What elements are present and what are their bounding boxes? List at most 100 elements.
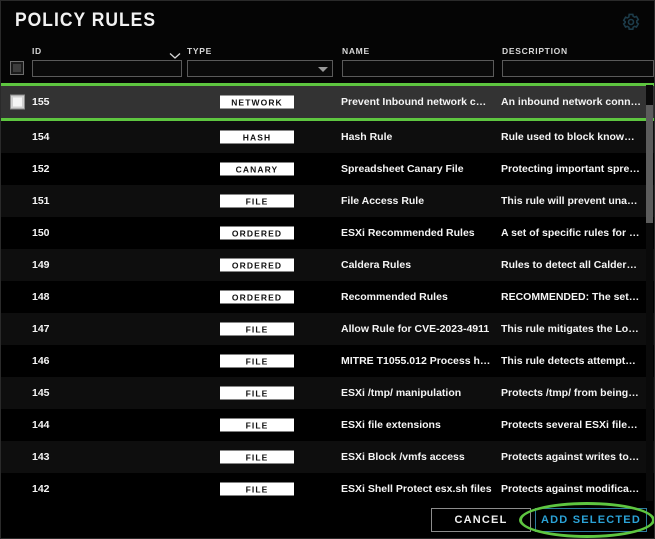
cell-id: 152 bbox=[32, 163, 50, 175]
status-badge: FILE bbox=[220, 322, 294, 336]
cell-type: ORDERED bbox=[187, 290, 327, 304]
filter-id-wrapper[interactable] bbox=[32, 60, 182, 79]
cell-type: HASH bbox=[187, 130, 327, 144]
cell-name: Hash Rule bbox=[341, 131, 393, 143]
column-label-id[interactable]: ID bbox=[32, 46, 42, 56]
scrollbar-thumb[interactable] bbox=[646, 105, 653, 223]
cell-id: 148 bbox=[32, 291, 50, 303]
cell-id: 143 bbox=[32, 451, 50, 463]
cell-name: Allow Rule for CVE-2023-4911 bbox=[341, 323, 490, 335]
cell-type: FILE bbox=[187, 322, 327, 336]
dialog-footer: CANCEL ADD SELECTED bbox=[1, 501, 654, 538]
cell-name: ESXi Shell Protect esx.sh files bbox=[341, 483, 492, 495]
cell-id: 149 bbox=[32, 259, 50, 271]
cell-description: Protects against modificatio… bbox=[501, 483, 641, 495]
search-input-description[interactable] bbox=[503, 64, 653, 79]
cell-description: RECOMMENDED: The set of … bbox=[501, 291, 641, 303]
cell-id: 147 bbox=[32, 323, 50, 335]
status-badge: ORDERED bbox=[220, 258, 294, 272]
cell-type: FILE bbox=[187, 386, 327, 400]
cell-name: ESXi Block /vmfs access bbox=[341, 451, 465, 463]
cell-description: This rule mitigates the Loon… bbox=[501, 323, 641, 335]
vertical-scrollbar[interactable] bbox=[646, 85, 653, 501]
cell-id: 154 bbox=[32, 131, 50, 143]
cell-type: FILE bbox=[187, 418, 327, 432]
select-all-checkbox[interactable] bbox=[10, 61, 24, 75]
table-row[interactable]: 146 FILE MITRE T1055.012 Process h… This ru… bbox=[1, 345, 654, 377]
cell-name: ESXi Recommended Rules bbox=[341, 227, 475, 239]
cell-type: ORDERED bbox=[187, 258, 327, 272]
cell-type: NETWORK bbox=[187, 95, 327, 109]
cell-name: ESXi /tmp/ manipulation bbox=[341, 387, 462, 399]
search-input-id[interactable] bbox=[33, 64, 181, 79]
column-label-type[interactable]: TYPE bbox=[187, 46, 212, 56]
cell-id: 155 bbox=[32, 96, 50, 108]
cell-id: 144 bbox=[32, 419, 50, 431]
row-checkbox[interactable] bbox=[10, 94, 25, 110]
cancel-button[interactable]: CANCEL bbox=[431, 508, 531, 532]
chevron-down-icon[interactable] bbox=[169, 48, 181, 59]
status-badge: ORDERED bbox=[220, 226, 294, 240]
cell-id: 142 bbox=[32, 483, 50, 495]
status-badge: ORDERED bbox=[220, 290, 294, 304]
status-badge: HASH bbox=[220, 130, 294, 144]
column-header-row: ID TYPE NAME DESCRIPTION bbox=[1, 46, 654, 83]
cell-name: MITRE T1055.012 Process h… bbox=[341, 355, 491, 367]
table-row[interactable]: 155 NETWORK Prevent Inbound network c… An i… bbox=[1, 83, 654, 121]
column-label-description[interactable]: DESCRIPTION bbox=[502, 46, 568, 56]
select-type[interactable] bbox=[188, 64, 332, 79]
cell-description: An inbound network connec… bbox=[501, 96, 641, 108]
status-badge: FILE bbox=[220, 418, 294, 432]
table-row[interactable]: 145 FILE ESXi /tmp/ manipulation Protects /… bbox=[1, 377, 654, 409]
rules-table: 155 NETWORK Prevent Inbound network c… An i… bbox=[1, 83, 654, 501]
table-row[interactable]: 151 FILE File Access Rule This rule will pr… bbox=[1, 185, 654, 217]
table-row[interactable]: 152 CANARY Spreadsheet Canary File Protecti… bbox=[1, 153, 654, 185]
status-badge: NETWORK bbox=[220, 95, 294, 109]
status-badge: FILE bbox=[220, 194, 294, 208]
cell-id: 150 bbox=[32, 227, 50, 239]
cell-name: File Access Rule bbox=[341, 195, 425, 207]
cell-description: Protects several ESXi filetyp… bbox=[501, 419, 641, 431]
cell-description: Rule used to block known m… bbox=[501, 131, 641, 143]
add-selected-button[interactable]: ADD SELECTED bbox=[535, 508, 647, 532]
cell-type: CANARY bbox=[187, 162, 327, 176]
search-input-name[interactable] bbox=[343, 64, 493, 79]
page-title: POLICY RULES bbox=[15, 10, 157, 31]
cell-name: Recommended Rules bbox=[341, 291, 448, 303]
cell-description: Protects /tmp/ from being m… bbox=[501, 387, 641, 399]
cell-name: ESXi file extensions bbox=[341, 419, 441, 431]
cell-description: This rule detects attempts t… bbox=[501, 355, 641, 367]
table-row[interactable]: 142 FILE ESXi Shell Protect esx.sh files Pr… bbox=[1, 473, 654, 501]
cell-id: 146 bbox=[32, 355, 50, 367]
table-row[interactable]: 148 ORDERED Recommended Rules RECOMMENDED: … bbox=[1, 281, 654, 313]
status-badge: FILE bbox=[220, 482, 294, 496]
cell-id: 145 bbox=[32, 387, 50, 399]
cell-name: Spreadsheet Canary File bbox=[341, 163, 464, 175]
status-badge: FILE bbox=[220, 450, 294, 464]
table-row[interactable]: 149 ORDERED Caldera Rules Rules to detect a… bbox=[1, 249, 654, 281]
table-row[interactable]: 154 HASH Hash Rule Rule used to block known… bbox=[1, 121, 654, 153]
filter-description-wrapper[interactable] bbox=[502, 60, 654, 79]
cell-name: Caldera Rules bbox=[341, 259, 412, 271]
status-badge: FILE bbox=[220, 386, 294, 400]
cell-type: FILE bbox=[187, 450, 327, 464]
gear-icon[interactable] bbox=[621, 12, 641, 32]
cell-type: ORDERED bbox=[187, 226, 327, 240]
cell-name: Prevent Inbound network c… bbox=[341, 96, 487, 108]
filter-type-wrapper[interactable] bbox=[187, 60, 333, 79]
cell-type: FILE bbox=[187, 354, 327, 368]
status-badge: CANARY bbox=[220, 162, 294, 176]
policy-rules-dialog: POLICY RULES ID TYPE NAME DESCRIPTION 15… bbox=[0, 0, 655, 539]
cell-description: This rule will prevent unaut… bbox=[501, 195, 641, 207]
table-row[interactable]: 144 FILE ESXi file extensions Protects seve… bbox=[1, 409, 654, 441]
table-row[interactable]: 143 FILE ESXi Block /vmfs access Protects a… bbox=[1, 441, 654, 473]
filter-name-wrapper[interactable] bbox=[342, 60, 494, 79]
column-label-name[interactable]: NAME bbox=[342, 46, 370, 56]
cell-type: FILE bbox=[187, 194, 327, 208]
cell-description: A set of specific rules for pro… bbox=[501, 227, 641, 239]
table-row[interactable]: 147 FILE Allow Rule for CVE-2023-4911 This … bbox=[1, 313, 654, 345]
table-row[interactable]: 150 ORDERED ESXi Recommended Rules A set of… bbox=[1, 217, 654, 249]
cell-description: Rules to detect all Caldera Li… bbox=[501, 259, 641, 271]
status-badge: FILE bbox=[220, 354, 294, 368]
cell-description: Protecting important sprea… bbox=[501, 163, 641, 175]
